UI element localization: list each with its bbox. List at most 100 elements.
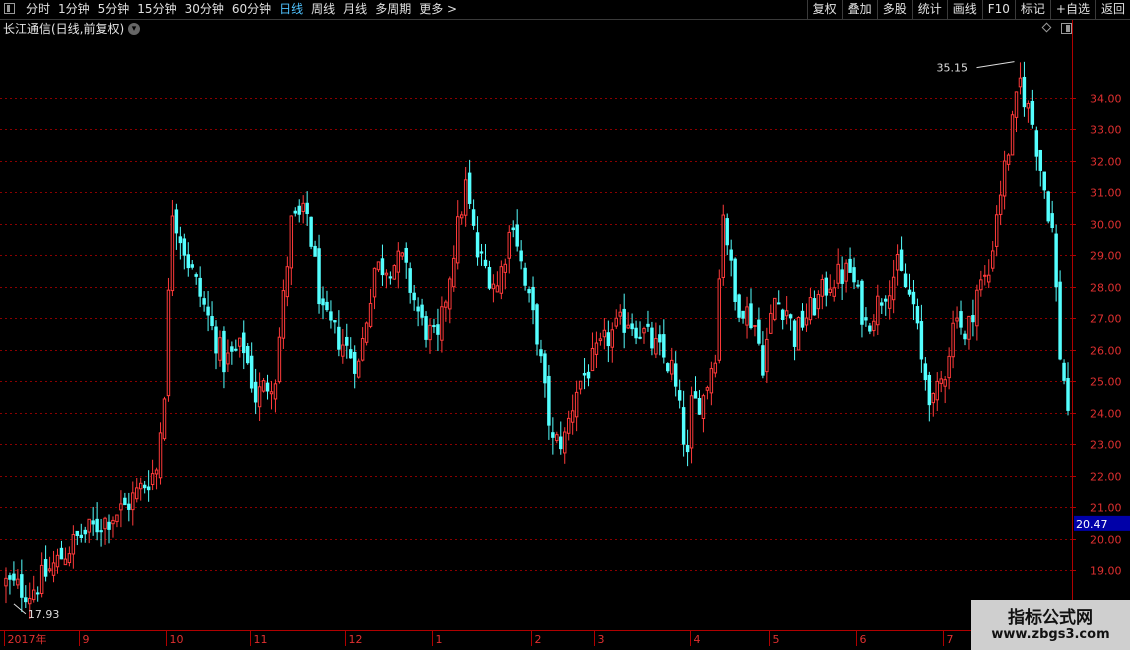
candle-body — [1050, 213, 1054, 228]
candle-body — [535, 304, 539, 345]
candle-body — [103, 517, 107, 530]
candle-body — [590, 347, 595, 372]
candle-body — [836, 263, 840, 284]
min-price-label: 17.93 — [28, 608, 60, 621]
candle-body — [737, 294, 741, 318]
candle-body — [249, 355, 254, 389]
candle-body — [618, 311, 622, 317]
candle-body — [685, 445, 690, 453]
candle-body — [456, 216, 460, 264]
candle-body — [24, 597, 28, 603]
x-month-label: 2 — [535, 633, 542, 646]
candle-body — [1022, 76, 1027, 108]
candle-body — [1034, 130, 1039, 157]
candle-body — [566, 417, 571, 434]
candle-body — [39, 564, 44, 594]
candle-body — [820, 279, 825, 297]
candle-body — [1054, 233, 1058, 288]
candle-body — [915, 306, 920, 324]
candle-body — [808, 297, 813, 321]
y-tick-label: 26.00 — [1090, 345, 1122, 358]
candle-body — [20, 574, 24, 598]
candle-body — [245, 346, 250, 364]
candle-body — [1002, 160, 1007, 197]
candle-body — [440, 306, 444, 341]
candle-body — [523, 267, 527, 286]
candle-body — [689, 395, 694, 449]
candle-body — [911, 291, 916, 305]
candle-body — [582, 373, 587, 376]
candle-body — [729, 249, 733, 261]
y-tick-label: 28.00 — [1090, 282, 1122, 295]
candle-body — [677, 390, 682, 401]
candle-body — [372, 267, 377, 298]
candle-body — [194, 274, 198, 277]
candle-body — [154, 469, 159, 475]
candle-body — [824, 277, 829, 296]
candle-body — [210, 316, 214, 326]
x-month-label: 5 — [773, 633, 780, 646]
candle-body — [757, 319, 761, 344]
candle-body — [281, 290, 286, 339]
candle-body — [705, 387, 710, 391]
candle-body — [4, 577, 8, 587]
candle-body — [622, 308, 626, 333]
candle-body — [273, 383, 278, 400]
candlestick-chart[interactable]: 19.00 20.00 21.00 22.00 23.00 24.00 25.00 26.00… — [0, 0, 1130, 650]
candle-body — [559, 436, 563, 450]
candle-body — [289, 215, 294, 269]
candle-body — [848, 258, 852, 273]
candle-body — [713, 362, 718, 374]
candle-body — [864, 317, 868, 321]
candle-body — [1018, 77, 1023, 88]
candle-body — [261, 380, 266, 392]
candle-body — [971, 315, 975, 323]
x-month-label: 10 — [170, 633, 184, 646]
candle-body — [927, 374, 932, 406]
candle-body — [895, 254, 900, 271]
candle-body — [432, 325, 436, 328]
candle-body — [666, 363, 670, 372]
candle-body — [491, 283, 496, 290]
candle-body — [309, 216, 313, 247]
candle-body — [400, 252, 404, 257]
candle-body — [832, 287, 836, 297]
candle-body — [483, 259, 488, 267]
x-month-label: 9 — [83, 633, 90, 646]
candle-body — [253, 381, 258, 403]
candle-body — [717, 278, 722, 361]
candle-body — [903, 273, 908, 288]
candle-body — [162, 398, 167, 440]
candle-body — [828, 288, 832, 294]
candle-body — [43, 559, 48, 577]
candle-body — [990, 250, 995, 269]
candle-body — [16, 578, 20, 586]
candle-body — [975, 289, 979, 327]
y-tick-label: 21.00 — [1090, 502, 1122, 515]
min-marker-line — [13, 603, 27, 615]
candle-body — [499, 266, 504, 294]
candle-body — [321, 298, 325, 306]
candle-body — [547, 375, 551, 426]
y-tick-label: 32.00 — [1090, 156, 1122, 169]
candle-body — [880, 302, 884, 306]
candle-body — [943, 379, 947, 387]
candle-body — [123, 497, 127, 506]
candle-body — [364, 322, 369, 343]
candle-body — [218, 337, 222, 361]
candle-body — [182, 238, 187, 256]
candle-body — [83, 529, 87, 535]
candle-body — [35, 592, 40, 595]
candle-body — [955, 317, 959, 322]
candle-body — [428, 324, 432, 341]
candle-body — [333, 320, 337, 323]
candle-body — [222, 330, 226, 373]
watermark-url: www.zbgs3.com — [991, 627, 1110, 642]
candle-body — [396, 250, 401, 273]
candle-body — [634, 327, 638, 339]
candle-body — [459, 214, 464, 219]
max-price-label: 35.15 — [937, 62, 969, 75]
candle-body — [404, 247, 408, 263]
candle-body — [135, 487, 139, 500]
candle-body — [626, 324, 630, 329]
